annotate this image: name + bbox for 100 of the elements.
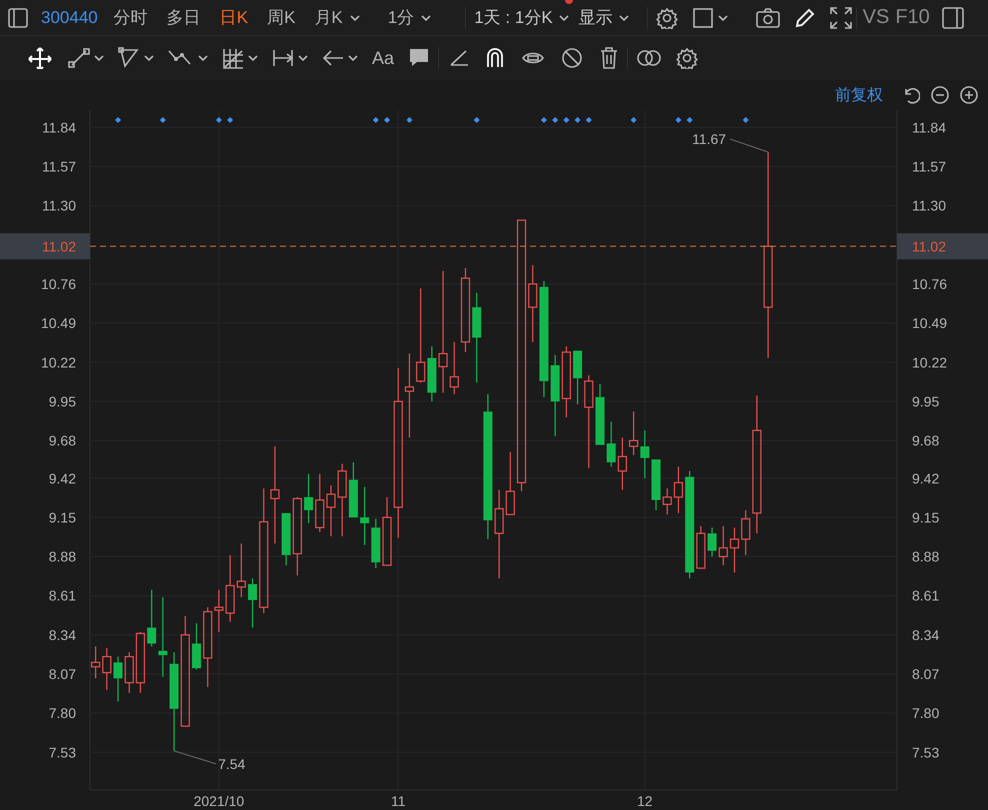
leader-line <box>174 750 217 764</box>
axis-label: 9.15 <box>48 509 76 526</box>
axis-label: 9.15 <box>912 509 940 526</box>
pencil-icon[interactable] <box>794 6 816 28</box>
diamond-icon[interactable] <box>586 117 592 123</box>
chevron-icon[interactable] <box>558 14 569 20</box>
diamond-icon[interactable] <box>540 117 547 123</box>
diamond-icon[interactable] <box>552 117 558 123</box>
camera-icon[interactable] <box>756 8 780 28</box>
trash-icon[interactable] <box>599 47 620 69</box>
sidebar-icon[interactable] <box>8 8 28 28</box>
axis-label: 10.49 <box>912 315 948 332</box>
line-tool-icon[interactable] <box>68 47 90 69</box>
chevron-icon[interactable] <box>198 55 208 61</box>
magnet-icon[interactable] <box>485 47 506 69</box>
diamond-icon[interactable] <box>216 117 222 123</box>
diamond-icon[interactable] <box>686 117 693 123</box>
grid-tool-icon[interactable] <box>222 47 244 69</box>
price-adjust-link[interactable]: 前复权 <box>835 84 883 106</box>
range-dropdown[interactable]: 1天 : 1分K <box>474 6 569 29</box>
diamond-icon[interactable] <box>115 117 122 123</box>
fullscreen-icon[interactable] <box>830 6 852 28</box>
chevron-icon[interactable] <box>348 55 358 61</box>
toolbar-link[interactable]: VS <box>862 6 890 29</box>
circles-icon[interactable] <box>636 47 662 69</box>
zoom-in-icon[interactable] <box>960 86 978 104</box>
diamond-icon[interactable] <box>227 117 234 123</box>
candlestick <box>371 518 380 568</box>
stock-code[interactable]: 300440 <box>41 8 98 28</box>
diamond-icon[interactable] <box>675 117 682 123</box>
axis-label: 11.57 <box>42 158 76 175</box>
polygon-icon[interactable] <box>118 47 140 69</box>
axis-label: 8.34 <box>48 626 76 643</box>
chevron-icon[interactable] <box>718 14 728 20</box>
candlestick <box>629 412 638 456</box>
leader-line <box>730 138 769 153</box>
axis-label: 8.61 <box>48 588 76 604</box>
period-tab[interactable]: 多日 <box>164 6 203 29</box>
axis-label: 8.88 <box>912 548 940 565</box>
diamond-icon[interactable] <box>742 117 749 123</box>
zoom-out-icon[interactable] <box>931 86 949 104</box>
period-tab[interactable]: 分时 <box>112 6 150 29</box>
axis-label: 11.30 <box>42 198 76 214</box>
period-tab[interactable]: 日K <box>218 6 250 29</box>
axis-label: 11.30 <box>912 198 946 214</box>
diamond-icon[interactable] <box>406 117 412 123</box>
diamond-icon[interactable] <box>574 117 581 123</box>
axis-label: 8.88 <box>48 548 76 565</box>
chevron-icon[interactable] <box>248 55 258 61</box>
toolbar-link[interactable]: F10 <box>895 6 930 29</box>
undo-icon[interactable] <box>902 86 920 104</box>
axis-label: 9.42 <box>48 470 76 486</box>
axis-label: 10.49 <box>40 315 76 332</box>
axis-label: 7.80 <box>912 705 940 722</box>
axis-label: 10.76 <box>912 276 948 292</box>
period-tab[interactable]: 周K <box>265 6 298 29</box>
period-tab[interactable]: 月K <box>312 6 362 29</box>
price-tag: 11.02 <box>897 233 988 260</box>
diamond-icon[interactable] <box>384 117 390 123</box>
candlestick <box>226 555 235 622</box>
axis-label: 11.57 <box>912 158 946 175</box>
square-icon[interactable] <box>692 6 714 28</box>
candlestick <box>214 590 224 632</box>
chevron-icon[interactable] <box>94 55 104 61</box>
axis-label: 12 <box>637 793 653 809</box>
chevron-icon[interactable] <box>350 14 360 20</box>
axis-label: 10.76 <box>40 276 76 292</box>
axis-label: 9.68 <box>48 432 76 449</box>
ref-line-label: 11.02 <box>42 238 76 254</box>
eye-off-icon[interactable] <box>561 47 584 69</box>
axis-label: 8.34 <box>912 626 940 643</box>
display-dropdown[interactable]: 显示 <box>578 6 629 29</box>
chevron-icon[interactable] <box>421 14 432 20</box>
candlestick <box>741 510 750 556</box>
axis-label: 7.53 <box>48 744 76 760</box>
settings-icon[interactable] <box>676 47 698 69</box>
chevron-icon[interactable] <box>144 55 154 61</box>
price-tag: 11.02 <box>0 233 90 260</box>
diamond-icon[interactable] <box>474 117 480 123</box>
text-tool[interactable]: Aa <box>372 48 394 68</box>
diamond-icon[interactable] <box>160 117 166 123</box>
diamond-icon[interactable] <box>372 117 379 123</box>
panel-icon[interactable] <box>942 6 964 28</box>
period-tab[interactable]: 1分 <box>386 6 434 29</box>
diamond-icon[interactable] <box>563 117 570 123</box>
candlestick <box>573 350 582 404</box>
axis-label: 9.42 <box>912 470 940 486</box>
measure-icon[interactable] <box>272 47 294 69</box>
chevron-icon[interactable] <box>618 14 629 20</box>
settings-icon[interactable] <box>656 6 678 28</box>
comment-icon[interactable] <box>408 47 430 69</box>
axis-label: 7.53 <box>912 744 940 760</box>
move-icon[interactable] <box>28 47 52 69</box>
axis-label: 9.95 <box>48 393 76 410</box>
chevron-icon[interactable] <box>298 55 308 61</box>
diamond-icon[interactable] <box>630 117 637 123</box>
axis-label: 11 <box>390 793 406 809</box>
price-label: 7.54 <box>218 756 246 772</box>
axis-label: 11.84 <box>42 119 76 136</box>
candlestick <box>114 656 123 702</box>
